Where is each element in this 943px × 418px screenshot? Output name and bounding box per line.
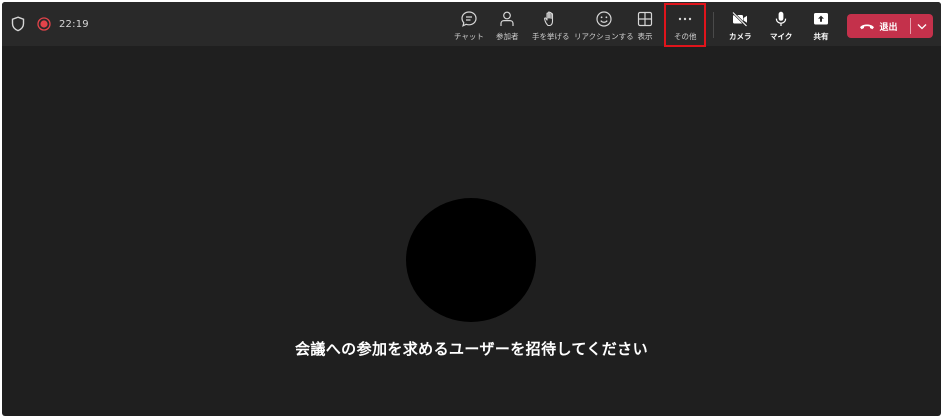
meeting-timer: 22:19 bbox=[59, 18, 89, 30]
shield-icon bbox=[11, 16, 25, 32]
smile-icon bbox=[596, 11, 612, 27]
share-label: 共有 bbox=[813, 32, 829, 41]
participants-label: 参加者 bbox=[496, 32, 519, 41]
recording-icon bbox=[37, 17, 51, 31]
reactions-button[interactable]: リアクションする bbox=[574, 10, 634, 42]
chat-button[interactable]: チャット bbox=[454, 10, 484, 42]
reactions-label: リアクションする bbox=[574, 32, 634, 41]
camera-off-icon bbox=[732, 11, 748, 27]
mic-label: マイク bbox=[770, 32, 793, 41]
raise-hand-label: 手を挙げる bbox=[532, 32, 570, 41]
camera-label: カメラ bbox=[729, 32, 752, 41]
more-highlight-box bbox=[664, 3, 706, 47]
camera-button[interactable]: カメラ bbox=[729, 10, 752, 42]
toolbar-divider bbox=[713, 12, 714, 38]
raise-hand-button[interactable]: 手を挙げる bbox=[532, 10, 570, 42]
phone-hangup-icon bbox=[860, 24, 875, 30]
top-toolbar: 22:19 チャット 参加者 手を挙げる リアクションする 表示 その他 カメラ… bbox=[2, 2, 941, 47]
share-icon bbox=[814, 13, 828, 25]
grid-icon bbox=[637, 11, 653, 27]
chevron-down-icon bbox=[917, 23, 927, 29]
hand-icon bbox=[543, 11, 553, 27]
mic-button[interactable]: マイク bbox=[770, 10, 792, 42]
meeting-window: 22:19 チャット 参加者 手を挙げる リアクションする 表示 その他 カメラ… bbox=[2, 2, 941, 416]
leave-label: 退出 bbox=[879, 22, 898, 33]
leave-options-dropdown[interactable] bbox=[911, 14, 933, 38]
leave-main-button[interactable]: 退出 bbox=[847, 14, 910, 38]
person-icon bbox=[500, 11, 514, 26]
leave-button[interactable]: 退出 bbox=[847, 14, 933, 38]
share-button[interactable]: 共有 bbox=[812, 10, 830, 42]
participant-avatar bbox=[406, 198, 536, 322]
invite-prompt: 会議への参加を求めるユーザーを招待してください bbox=[294, 340, 648, 358]
status-cluster: 22:19 bbox=[11, 15, 89, 33]
participants-button[interactable]: 参加者 bbox=[496, 10, 519, 42]
chat-label: チャット bbox=[454, 32, 484, 41]
view-label: 表示 bbox=[637, 32, 653, 41]
microphone-icon bbox=[775, 11, 787, 26]
view-button[interactable]: 表示 bbox=[636, 10, 654, 42]
chat-icon bbox=[461, 11, 477, 27]
